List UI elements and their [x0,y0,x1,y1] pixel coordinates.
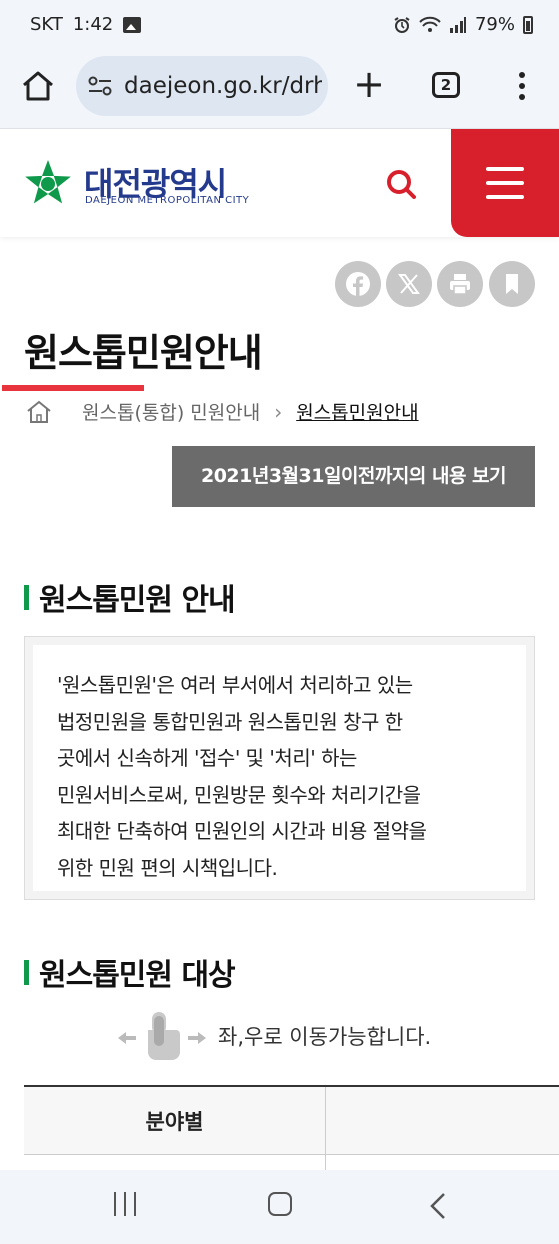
info-line: '원스톱민원'은 여러 부서에서 처리하고 있는 [57,673,413,697]
menu-button[interactable] [451,129,559,237]
section-title-guide: 원스톱민원 안내 [24,575,236,619]
page-title: 원스톱민원안내 [24,331,263,375]
url-text[interactable]: daejeon.go.kr/drh [124,73,322,99]
target-table: 분야별 [24,1085,559,1175]
clock: 1:42 [72,14,114,35]
swipe-hint: 좌,우로 이동가능합니다. [116,1010,431,1062]
facebook-share-button[interactable] [335,261,381,307]
wifi-icon [419,16,441,32]
browser-toolbar: daejeon.go.kr/drh + 2 [0,52,559,129]
info-box: '원스톱민원'은 여러 부서에서 처리하고 있는 법정민원을 통합민원과 원스톱… [24,636,535,900]
system-nav-bar [0,1170,559,1244]
status-right: 79% [393,14,533,35]
battery-icon [523,15,533,34]
facebook-icon [346,272,370,296]
breadcrumb-parent[interactable]: 원스톱(통합) 민원안내 [82,398,260,425]
status-bar: SKT 1:42 79% [0,0,559,52]
info-line: 곳에서 신속하게 '접수' 및 '처리' 하는 [57,746,357,770]
status-left: SKT 1:42 [30,14,142,35]
swipe-hand-icon [118,1012,206,1060]
x-share-button[interactable] [386,261,432,307]
menu-icon [486,167,524,171]
signal-icon [449,16,466,33]
home-icon[interactable] [20,68,56,104]
recent-apps-icon[interactable] [112,1192,138,1218]
table-header-cell: 분야별 [24,1087,326,1155]
previous-content-button[interactable]: 2021년3월31일이전까지의 내용 보기 [172,446,535,507]
info-line: 법정민원을 통합민원과 원스톱민원 창구 한 [57,709,403,734]
breadcrumb-separator: › [274,399,283,424]
carrier-label: SKT [30,14,63,35]
info-content: '원스톱민원'은 여러 부서에서 처리하고 있는 법정민원을 통합민원과 원스톱… [33,645,526,891]
site-header: 대전광역시 DAEJEON METROPOLITAN CITY [0,129,559,237]
back-icon[interactable] [428,1192,448,1220]
section-title-target: 원스톱민원 대상 [24,950,236,994]
info-line: 위한 민원 편의 시책입니다. [57,855,278,880]
print-icon [450,274,470,295]
logo-subtitle: DAEJEON METROPOLITAN CITY [85,195,250,206]
search-icon[interactable] [384,167,418,201]
home-nav-icon[interactable] [268,1192,292,1216]
alarm-icon [394,16,410,33]
site-settings-icon[interactable] [88,76,112,96]
address-bar[interactable]: daejeon.go.kr/drh [76,56,328,116]
gallery-notification-icon [123,16,142,33]
x-icon [398,274,420,294]
more-menu-icon[interactable] [512,70,532,102]
daejeon-logo-icon[interactable] [22,157,74,209]
info-line: 민원서비스로써, 민원방문 횟수와 처리기간을 [57,782,421,807]
battery-percent: 79% [474,14,515,35]
print-button[interactable] [437,261,483,307]
title-underline [2,385,144,391]
new-tab-button[interactable]: + [352,65,386,103]
breadcrumb-current[interactable]: 원스톱민원안내 [296,398,418,425]
info-line: 최대한 단축하여 민원인의 시간과 비용 절약을 [57,819,427,843]
section-title-text: 원스톱민원 안내 [39,583,236,618]
bookmark-icon [506,274,518,294]
section-title-text: 원스톱민원 대상 [39,958,236,993]
section-marker [24,959,29,985]
tab-switcher-button[interactable]: 2 [432,72,460,98]
table-header-cell [326,1087,559,1155]
bookmark-button[interactable] [489,261,535,307]
swipe-hint-text: 좌,우로 이동가능합니다. [218,1025,432,1049]
breadcrumb: 원스톱(통합) 민원안내 › 원스톱민원안내 [26,398,419,425]
breadcrumb-home-icon[interactable] [26,399,52,425]
section-marker [24,584,29,610]
table-header-row: 분야별 [24,1087,559,1155]
